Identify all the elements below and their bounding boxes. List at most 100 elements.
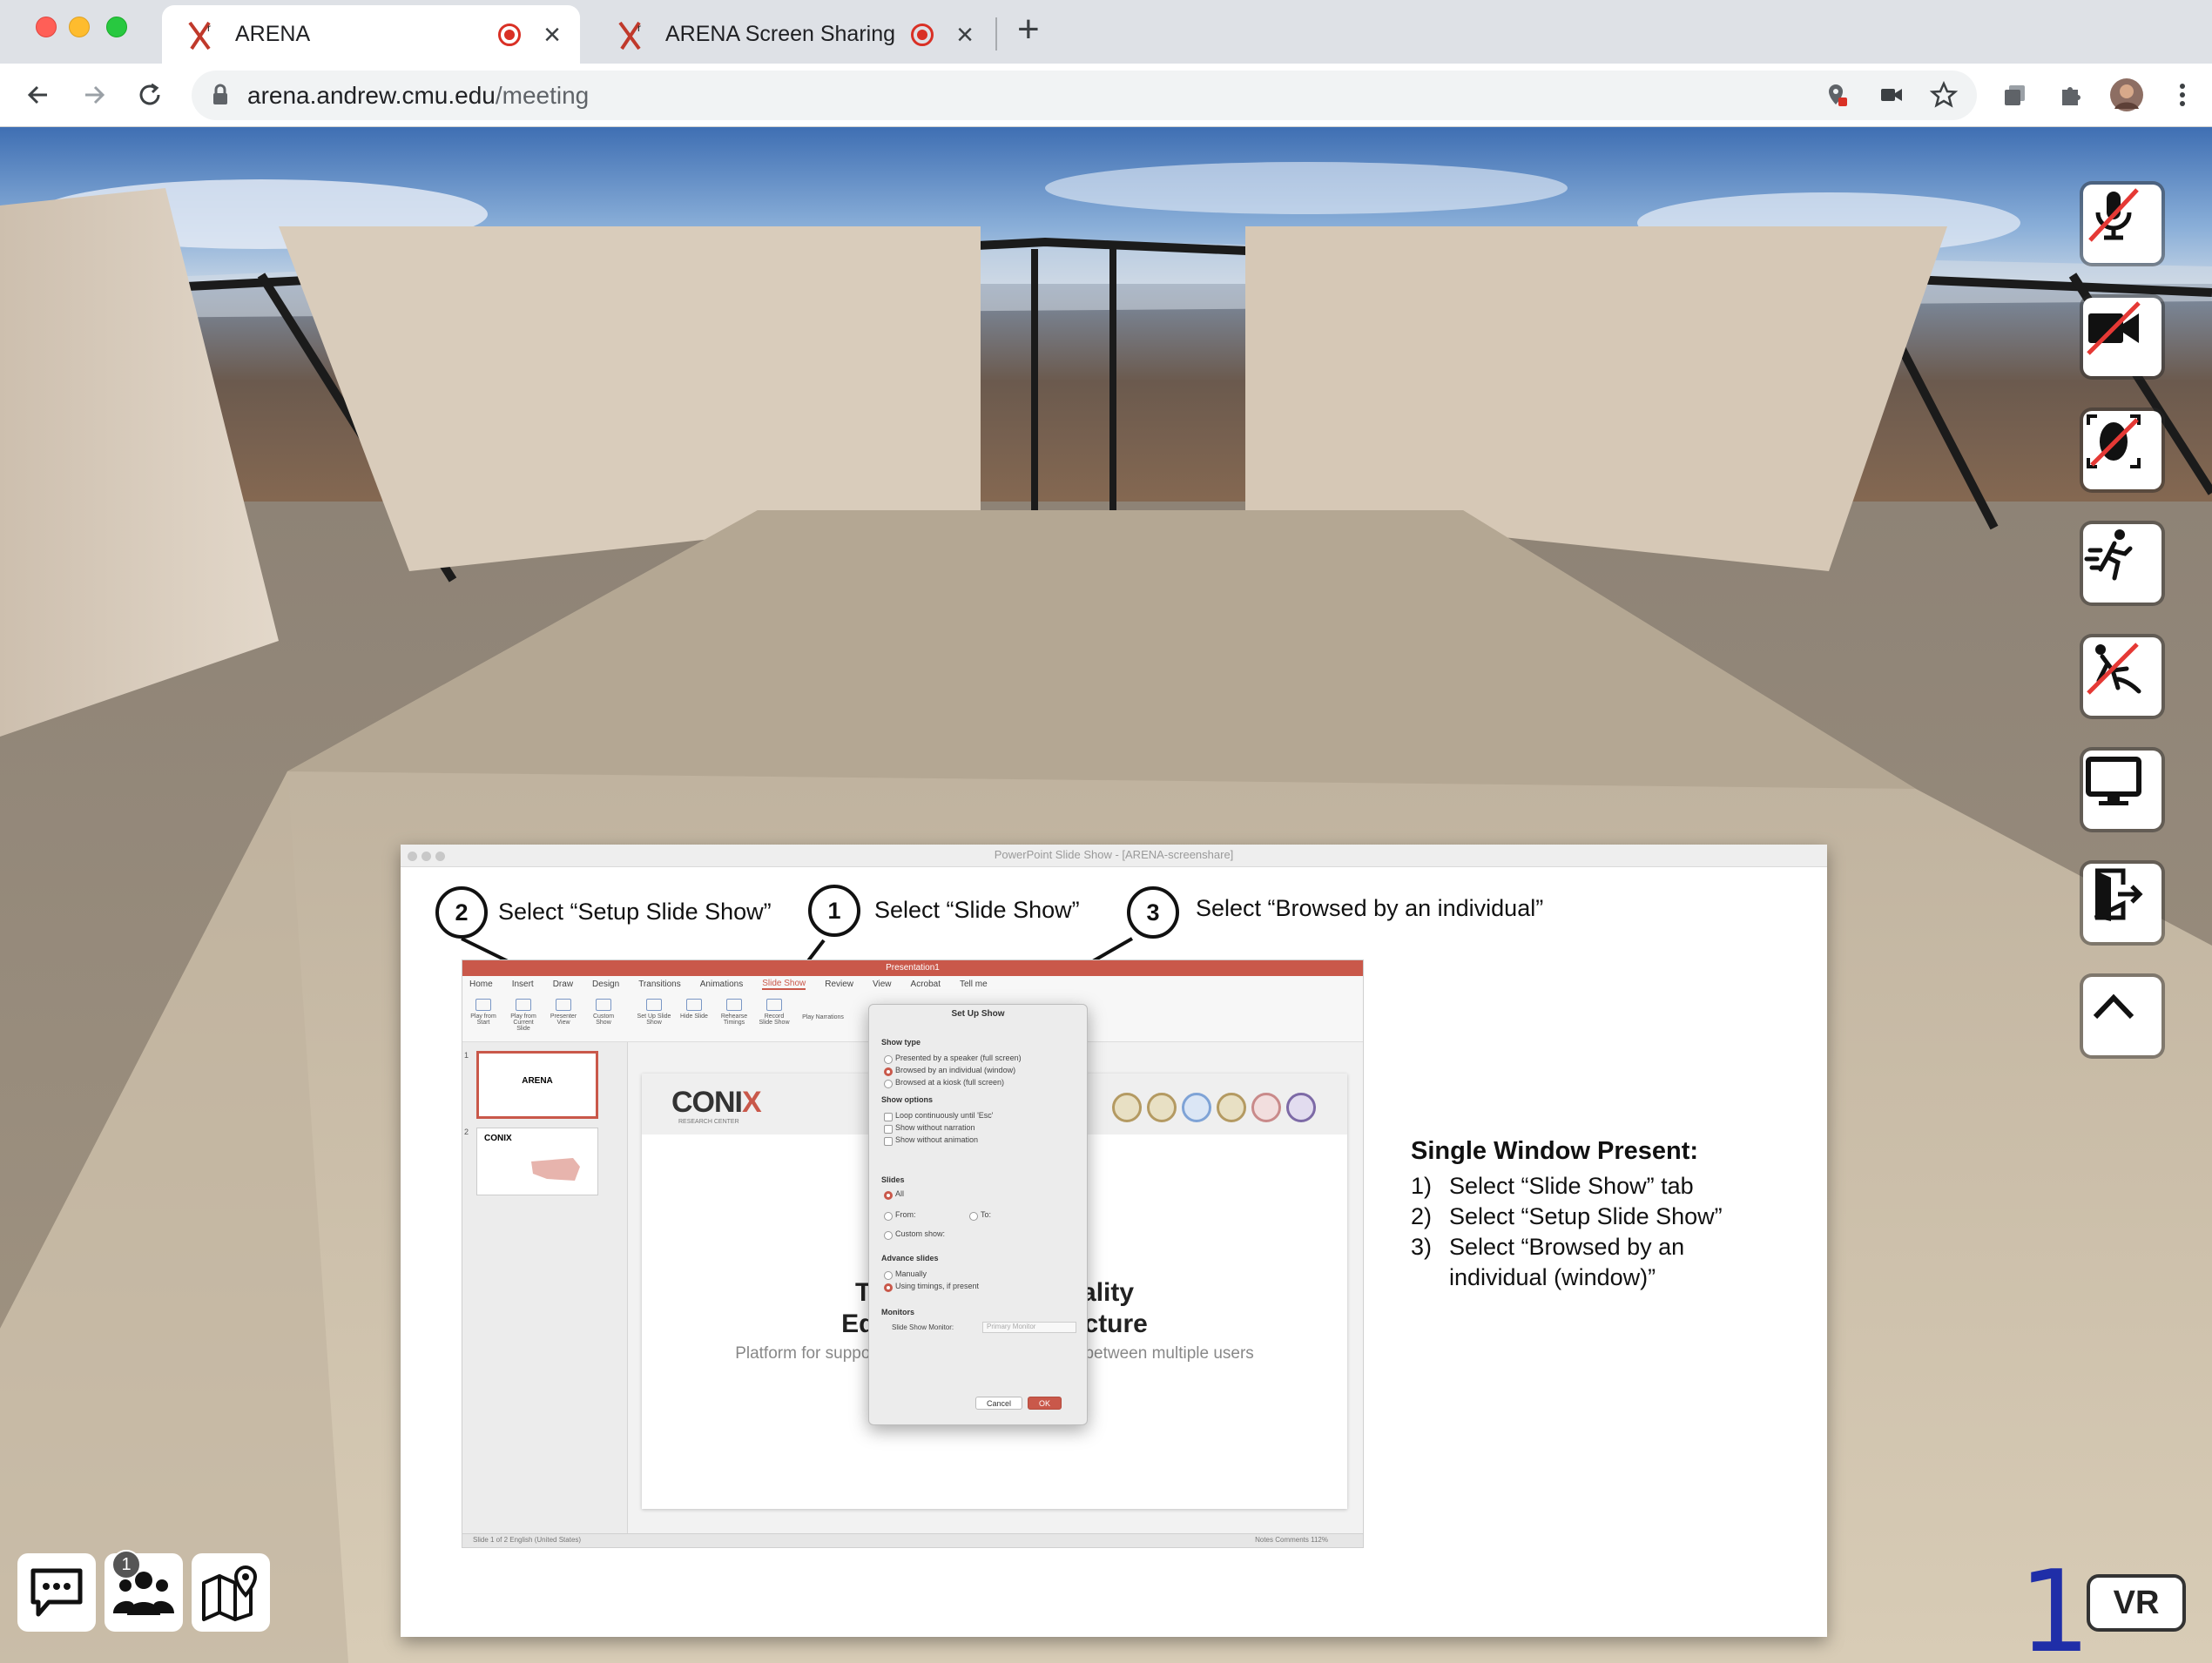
dialog-option: Manually xyxy=(883,1269,927,1280)
reload-button[interactable] xyxy=(131,76,169,114)
recording-icon xyxy=(911,23,934,46)
tab-close-icon[interactable]: × xyxy=(956,20,974,50)
tab-separator xyxy=(995,17,997,50)
recording-icon xyxy=(498,23,522,46)
browser-toolbar: arena.andrew.cmu.edu/meeting xyxy=(0,64,2212,127)
location-blocked-icon[interactable] xyxy=(1817,76,1855,114)
browser-menu-icon[interactable] xyxy=(2163,76,2202,114)
university-seal-icon xyxy=(1251,1093,1281,1122)
ppt-status-right: Notes Comments 112% xyxy=(1255,1536,1328,1544)
map-pin-icon xyxy=(202,1565,258,1621)
dialog-title: Set Up Show xyxy=(951,1009,1005,1019)
ppt-thumbnail-pane: 1 ARENA 2 CONIX xyxy=(462,1042,628,1535)
camera-toggle-button[interactable] xyxy=(2083,298,2161,376)
monitor-icon xyxy=(2086,757,2141,805)
dialog-option-selected: All xyxy=(883,1189,905,1200)
conix-logo-subtitle: RESEARCH CENTER xyxy=(678,1119,739,1125)
ppt-menu-insert: Insert xyxy=(511,979,534,989)
chat-button[interactable] xyxy=(17,1553,96,1632)
dialog-option: Browsed at a kiosk (full screen) xyxy=(883,1078,1005,1088)
running-person-icon xyxy=(2084,529,2133,581)
mic-toggle-button[interactable] xyxy=(2083,185,2161,263)
university-seal-icon xyxy=(1112,1093,1142,1122)
dialog-checkbox: Show without narration xyxy=(884,1123,975,1134)
browser-chrome: r ARENA × r ARENA Screen Sharing × + are… xyxy=(0,0,2212,127)
us-map-icon xyxy=(531,1158,580,1181)
avatar-toggle-button[interactable] xyxy=(2083,637,2161,716)
instructions-title: Single Window Present: xyxy=(1411,1137,1699,1165)
dialog-option: From: xyxy=(884,1210,916,1221)
dialog-section-advance: Advance slides xyxy=(881,1254,939,1262)
ppt-menu-view: View xyxy=(873,979,892,989)
tab-arena-screen-sharing[interactable]: r ARENA Screen Sharing × xyxy=(592,5,993,64)
ppt-ribbon-item: Set Up Slide Show xyxy=(637,999,671,1026)
map-button[interactable] xyxy=(192,1553,270,1632)
ppt-ribbon-item: Rehearse Timings xyxy=(717,999,752,1026)
arrow-left-icon xyxy=(27,85,47,104)
url-text: arena.andrew.cmu.edu/meeting xyxy=(247,82,589,110)
screen-share-panel[interactable]: PowerPoint Slide Show - [ARENA-screensha… xyxy=(401,845,1827,1637)
exit-button[interactable] xyxy=(2083,864,2161,942)
university-seal-icon xyxy=(1217,1093,1246,1122)
set-up-show-dialog: Set Up Show Show type Presented by a spe… xyxy=(868,1004,1088,1425)
dialog-section-slides: Slides xyxy=(881,1175,905,1184)
step-1-badge: 1 xyxy=(808,885,860,937)
bookmark-star-icon[interactable] xyxy=(1925,76,1963,114)
back-button[interactable] xyxy=(19,76,57,114)
window-close-button[interactable] xyxy=(36,17,57,37)
arena-3d-scene[interactable]: PowerPoint Slide Show - [ARENA-screensha… xyxy=(0,127,2212,1663)
face-tracking-toggle-button[interactable] xyxy=(2083,411,2161,489)
enter-vr-button[interactable]: VR xyxy=(2087,1574,2186,1632)
tab-close-icon[interactable]: × xyxy=(543,20,561,50)
dialog-ok-button: OK xyxy=(1028,1397,1062,1410)
step-2-badge: 2 xyxy=(435,886,488,939)
url-host: arena.andrew.cmu.edu xyxy=(247,82,496,109)
camera-in-use-icon[interactable] xyxy=(1872,76,1911,114)
reload-icon xyxy=(139,83,160,105)
exit-door-icon xyxy=(2094,868,2143,921)
new-tab-button[interactable]: + xyxy=(1017,10,1040,49)
window-minimize-button[interactable] xyxy=(69,17,90,37)
address-bar[interactable]: arena.andrew.cmu.edu/meeting xyxy=(192,71,1977,120)
mic-muted-icon xyxy=(2088,188,2139,242)
dialog-option-selected: Using timings, if present xyxy=(883,1282,980,1292)
dialog-section-show-options: Show options xyxy=(881,1095,933,1104)
arena-xr-icon: r xyxy=(615,17,650,52)
ppt-ribbon-item: Play from Current Slide xyxy=(506,999,541,1032)
tab-arena[interactable]: r ARENA × xyxy=(162,5,580,64)
tab-search-icon[interactable] xyxy=(1996,76,2034,114)
extensions-puzzle-icon[interactable] xyxy=(2052,76,2090,114)
dialog-option-selected: Browsed by an individual (window) xyxy=(883,1066,1016,1076)
forward-button[interactable] xyxy=(75,76,113,114)
conix-logo: CONIX xyxy=(671,1086,762,1119)
ppt-ribbon-item: Custom Show xyxy=(586,999,621,1026)
ppt-menu-draw: Draw xyxy=(552,979,574,989)
tab-strip: r ARENA × r ARENA Screen Sharing × + xyxy=(0,0,2212,64)
step-1-label: Select “Slide Show” xyxy=(874,897,1080,923)
thumb-logo: CONIX xyxy=(484,1134,512,1143)
profile-avatar[interactable] xyxy=(2107,76,2146,114)
fly-mode-button[interactable] xyxy=(2083,524,2161,603)
dialog-cancel-button: Cancel xyxy=(975,1397,1023,1410)
face-tracking-off-icon xyxy=(2087,414,2141,468)
ppt-status-left: Slide 1 of 2 English (United States) xyxy=(473,1536,582,1544)
ppt-menu-design: Design xyxy=(592,979,620,989)
arrow-right-icon xyxy=(85,85,105,104)
ppt-titlebar: Presentation1 xyxy=(462,960,1363,976)
collapse-toolbar-button[interactable] xyxy=(2083,977,2161,1055)
powerpoint-screenshot: Presentation1 Home Insert Draw Design Tr… xyxy=(462,959,1364,1548)
screen-share-button[interactable] xyxy=(2083,751,2161,829)
thumb-number: 1 xyxy=(464,1051,469,1060)
svg-text:r: r xyxy=(207,22,211,34)
chevron-up-icon xyxy=(2093,993,2134,1020)
instruction-item: 1) Select “Slide Show” tab xyxy=(1411,1173,1694,1199)
ppt-ribbon-item: Play from Start xyxy=(466,999,501,1026)
dialog-section-show-type: Show type xyxy=(881,1038,921,1047)
window-zoom-button[interactable] xyxy=(106,17,127,37)
step-3-badge: 3 xyxy=(1127,886,1179,939)
ppt-ribbon-item: Record Slide Show xyxy=(757,999,792,1026)
university-seal-icon xyxy=(1182,1093,1211,1122)
ppt-menu-bar: Home Insert Draw Design Transitions Anim… xyxy=(462,976,1363,992)
dialog-section-monitors: Monitors xyxy=(881,1308,914,1316)
chat-bubble-icon xyxy=(30,1568,83,1617)
